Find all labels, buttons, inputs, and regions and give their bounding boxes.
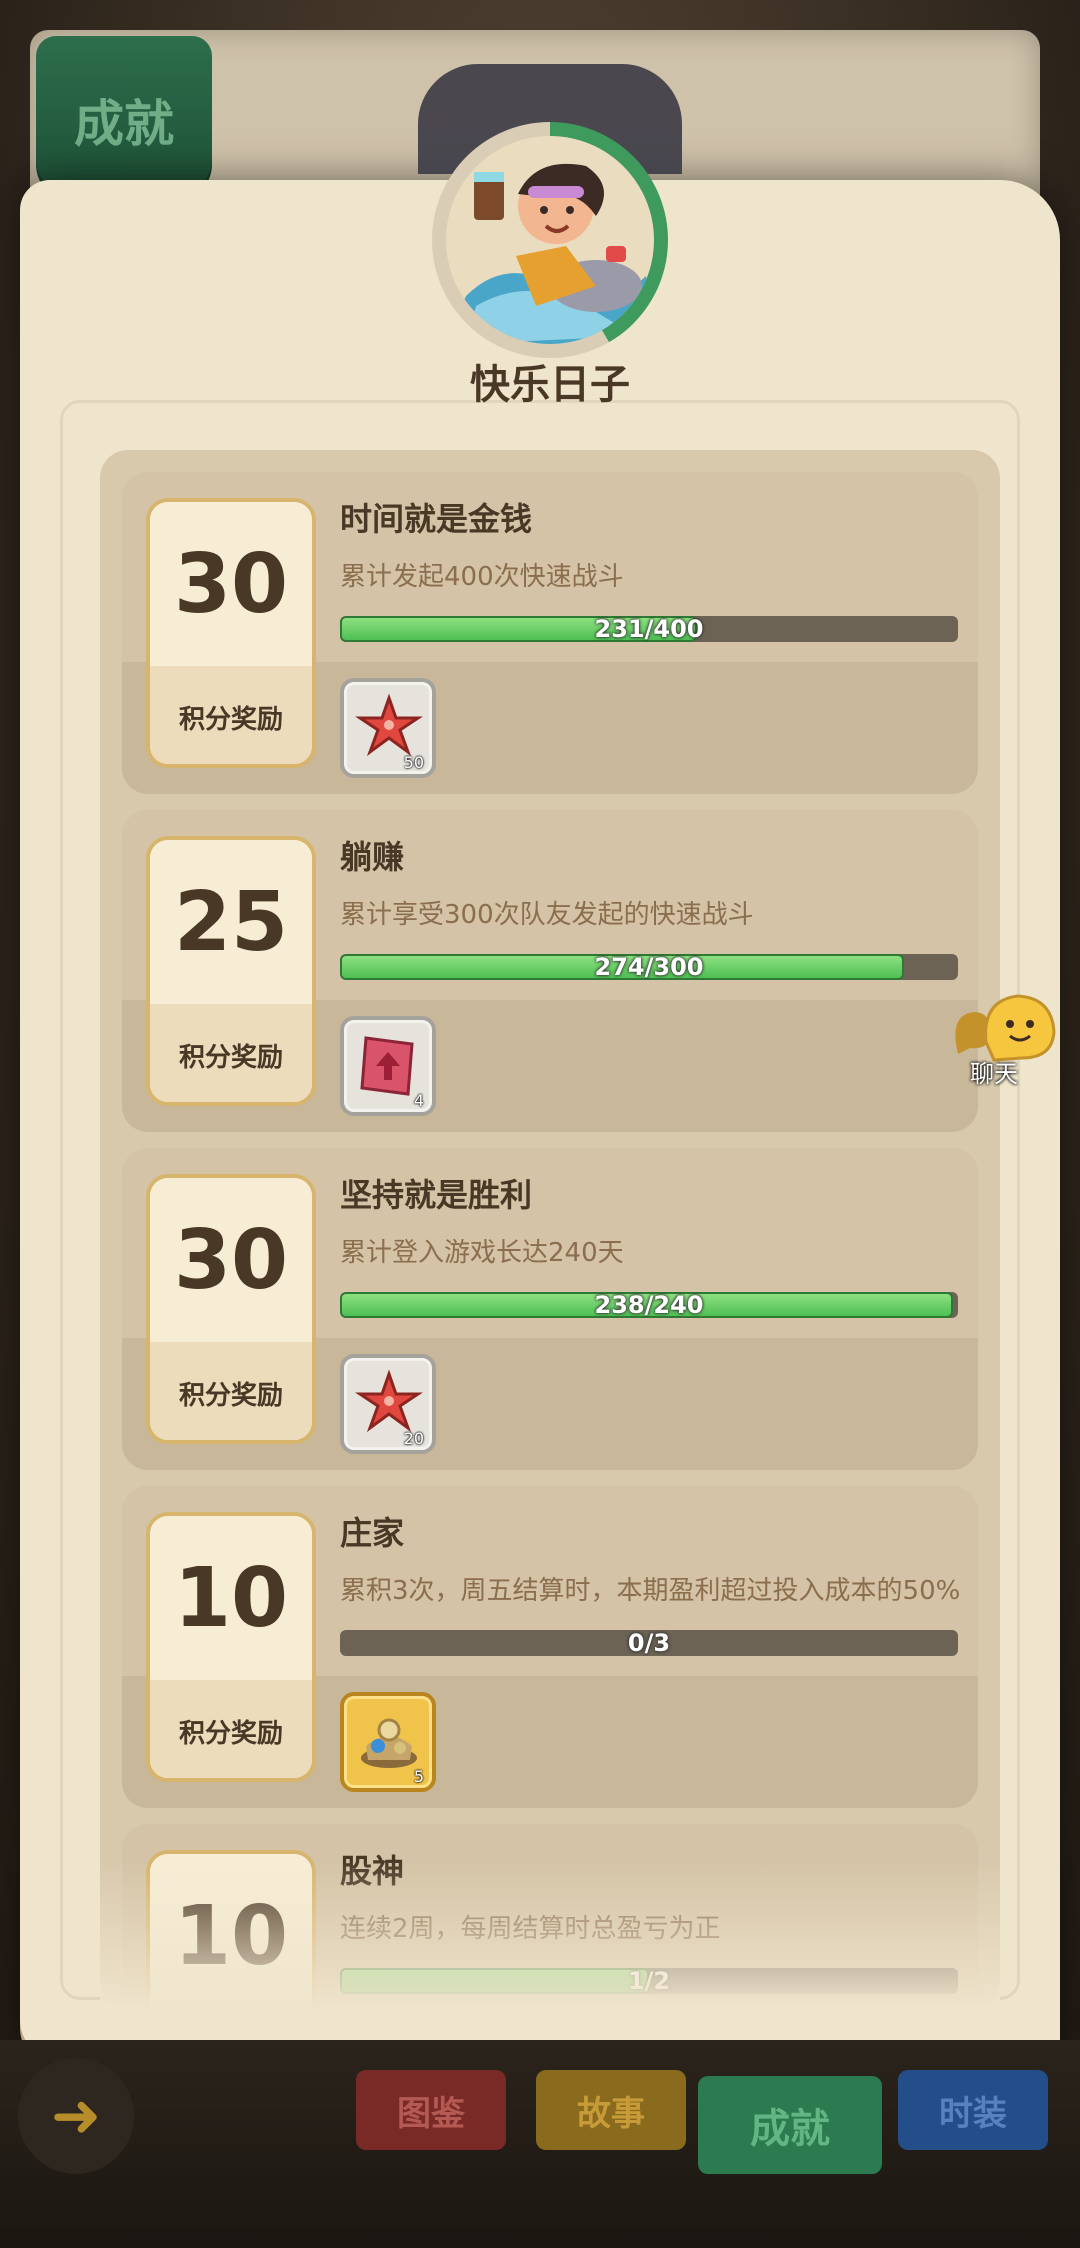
progress-text: 231/400 [594, 616, 704, 642]
tab-story[interactable]: 故事 [536, 2070, 686, 2150]
achievement-list[interactable]: 30 积分奖励 时间就是金钱 累计发起400次快速战斗 231/400 50 25 积分奖励躺… [100, 450, 1000, 2010]
achievement-desc: 累计登入游戏长达240天 [340, 1238, 624, 1268]
progress-text: 274/300 [594, 954, 704, 980]
points-badge: 25 积分奖励 [146, 836, 316, 1106]
points-value: 25 [150, 840, 312, 1004]
points-value: 30 [150, 502, 312, 666]
points-label: 积分奖励 [150, 666, 312, 764]
progress-bar: 274/300 [340, 954, 958, 980]
tab-achievements-header[interactable]: 成就 [36, 36, 212, 204]
achievement-card[interactable]: 30 积分奖励 坚持就是胜利 累计登入游戏长达240天 238/240 20 [122, 1148, 978, 1470]
achievement-desc: 累积3次，周五结算时，本期盈利超过投入成本的50% [340, 1576, 961, 1606]
reward-count: 20 [403, 1429, 424, 1448]
points-value: 30 [150, 1178, 312, 1342]
achievement-desc: 累计发起400次快速战斗 [340, 562, 624, 592]
progress-bar: 238/240 [340, 1292, 958, 1318]
progress-bar: 0/3 [340, 1630, 958, 1656]
collection-title: 快乐日子 [470, 362, 630, 408]
progress-bar: 231/400 [340, 616, 958, 642]
points-value: 10 [150, 1516, 312, 1680]
points-badge: 30 积分奖励 [146, 498, 316, 768]
achievement-card[interactable]: 10 积分奖励 庄家 累积3次，周五结算时，本期盈利超过投入成本的50% 0/3 5 [122, 1486, 978, 1808]
reward-item[interactable]: 20 [340, 1354, 436, 1454]
achievement-name: 躺赚 [340, 838, 405, 876]
reward-count: 4 [413, 1091, 424, 1110]
progress-text: 238/240 [594, 1292, 704, 1318]
reward-count: 5 [413, 1767, 424, 1786]
back-button[interactable]: ➜ [18, 2058, 134, 2174]
reward-item[interactable]: 5 [340, 1692, 436, 1792]
collection-avatar[interactable] [432, 122, 668, 358]
reward-count: 50 [403, 753, 424, 772]
points-label: 积分奖励 [150, 1342, 312, 1440]
chat-bubbles-icon [955, 994, 1056, 1062]
reward-item[interactable]: 4 [340, 1016, 436, 1116]
points-label: 积分奖励 [150, 1004, 312, 1102]
points-badge: 10积分奖励 [146, 1512, 316, 1782]
tab-costume[interactable]: 时装 [898, 2070, 1048, 2150]
points-badge: 30 积分奖励 [146, 1174, 316, 1444]
achievement-card[interactable]: 25 积分奖励 躺赚 累计享受300次队友发起的快速战斗 274/300 4 [122, 810, 978, 1132]
achievement-name: 庄家 [340, 1514, 405, 1552]
progress-text: 0/3 [627, 1630, 671, 1656]
back-arrow-icon: ➜ [50, 2081, 102, 2151]
caveman-character-icon [446, 136, 654, 344]
chat-button[interactable]: 聊天 [948, 992, 1068, 1092]
tab-encyclopedia[interactable]: 图鉴 [356, 2070, 506, 2150]
chat-label: 聊天 [970, 1060, 1018, 1088]
list-fade-overlay [100, 1860, 1000, 2010]
tab-achievements[interactable]: 成就 [698, 2076, 882, 2174]
achievement-name: 时间就是金钱 [340, 500, 533, 538]
reward-item[interactable]: 50 [340, 678, 436, 778]
achievement-name: 坚持就是胜利 [340, 1176, 533, 1214]
achievement-desc: 累计享受300次队友发起的快速战斗 [340, 900, 754, 930]
achievement-card[interactable]: 30 积分奖励 时间就是金钱 累计发起400次快速战斗 231/400 50 [122, 472, 978, 794]
points-label: 积分奖励 [150, 1680, 312, 1778]
